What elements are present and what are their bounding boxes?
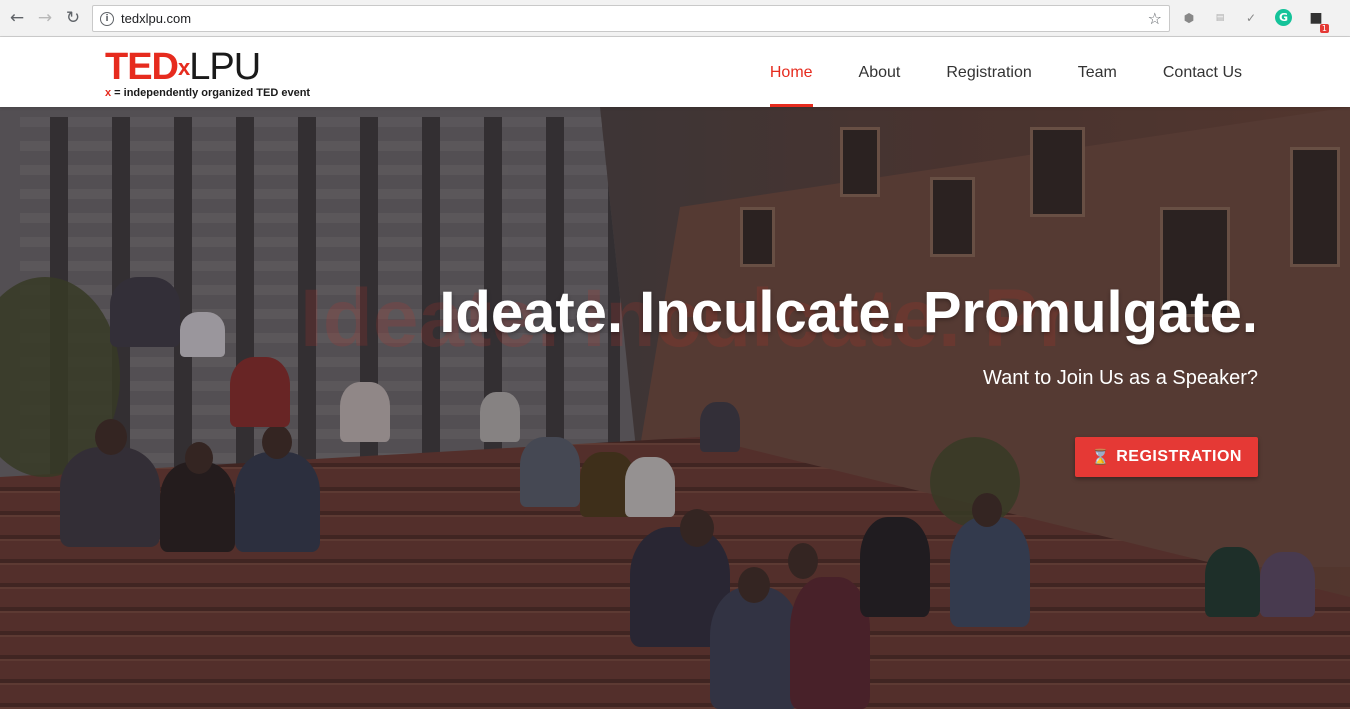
check-extension-icon[interactable]: ✓: [1242, 9, 1260, 27]
registration-button-label: REGISTRATION: [1116, 448, 1242, 465]
logo-lpu: LPU: [189, 46, 261, 88]
main-nav: Home About Registration Team Contact Us: [747, 37, 1265, 107]
hero-subtitle: Want to Join Us as a Speaker?: [983, 367, 1258, 389]
info-icon[interactable]: i: [100, 11, 114, 26]
extension-badge-icon[interactable]: ■ 1: [1307, 9, 1329, 33]
nav-about[interactable]: About: [836, 37, 924, 107]
nav-contact-us[interactable]: Contact Us: [1140, 37, 1265, 107]
logo-tagline-text: = independently organized TED event: [111, 87, 311, 99]
hero-title: Ideate. Inculcate. Promulgate.: [439, 280, 1258, 345]
extension-badge-count: 1: [1319, 24, 1329, 33]
back-icon[interactable]: ←: [6, 7, 28, 29]
tedx-logo[interactable]: TEDxLPU x = independently organized TED …: [105, 46, 310, 99]
forward-icon[interactable]: →: [34, 7, 56, 29]
registration-button[interactable]: ⌛ REGISTRATION: [1075, 437, 1258, 477]
url-text[interactable]: tedxlpu.com: [121, 11, 191, 26]
nav-home[interactable]: Home: [747, 37, 836, 107]
hero-overlay: [0, 107, 1350, 709]
nav-registration[interactable]: Registration: [923, 37, 1054, 107]
reload-icon[interactable]: ↻: [62, 7, 84, 29]
logo-ted: TED: [105, 46, 179, 88]
nav-team[interactable]: Team: [1055, 37, 1140, 107]
logo-tagline: x = independently organized TED event: [105, 87, 310, 99]
bookmark-star-icon[interactable]: ☆: [1148, 9, 1162, 28]
logo-x: x: [178, 55, 190, 80]
address-bar[interactable]: i tedxlpu.com ☆: [92, 5, 1170, 32]
hero-section: Ideate. Inculcate. Pr Ideate. Inculcate.…: [0, 107, 1350, 709]
card-extension-icon[interactable]: ▤: [1211, 9, 1229, 27]
browser-toolbar: ← → ↻ i tedxlpu.com ☆ ⬢ ▤ ✓ G ■ 1: [0, 0, 1350, 37]
site-header: TEDxLPU x = independently organized TED …: [0, 37, 1350, 107]
grammarly-icon[interactable]: G: [1275, 9, 1292, 26]
cube-extension-icon[interactable]: ⬢: [1180, 9, 1198, 27]
hourglass-icon: ⌛: [1091, 448, 1111, 466]
